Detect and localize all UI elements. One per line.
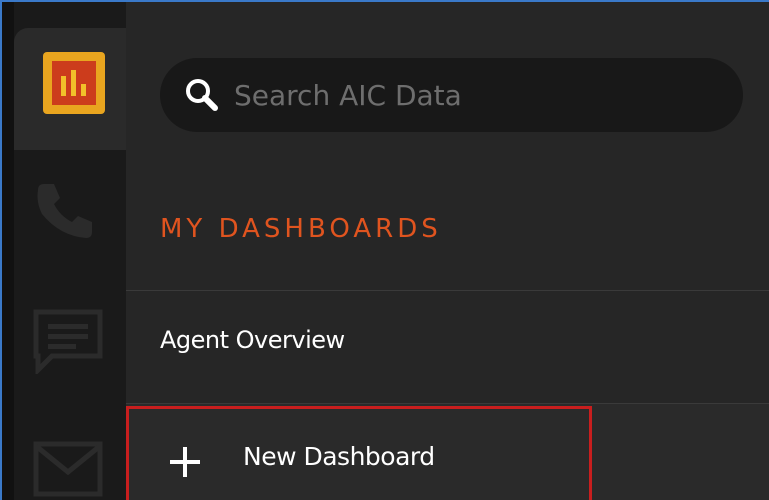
dashboard-item-label: Agent Overview	[160, 326, 345, 354]
dashboard-item-agent-overview[interactable]: Agent Overview	[126, 291, 769, 403]
plus-icon	[170, 447, 200, 477]
phone-icon[interactable]	[30, 178, 106, 244]
mail-icon[interactable]	[30, 438, 106, 500]
search-icon	[186, 79, 218, 111]
window-edge	[2, 2, 14, 500]
search-bar[interactable]	[160, 58, 743, 132]
section-title: MY DASHBOARDS	[160, 214, 442, 244]
new-dashboard-label: New Dashboard	[243, 442, 435, 471]
bar-chart-logo-icon[interactable]	[43, 52, 105, 114]
search-input[interactable]	[234, 78, 714, 112]
logo-bar	[81, 84, 86, 96]
app-window: MY DASHBOARDS Agent Overview New Dashboa…	[0, 0, 769, 500]
logo-bar	[71, 70, 76, 96]
logo-inner	[52, 61, 96, 105]
chat-icon[interactable]	[30, 308, 106, 374]
logo-bar	[61, 76, 66, 96]
